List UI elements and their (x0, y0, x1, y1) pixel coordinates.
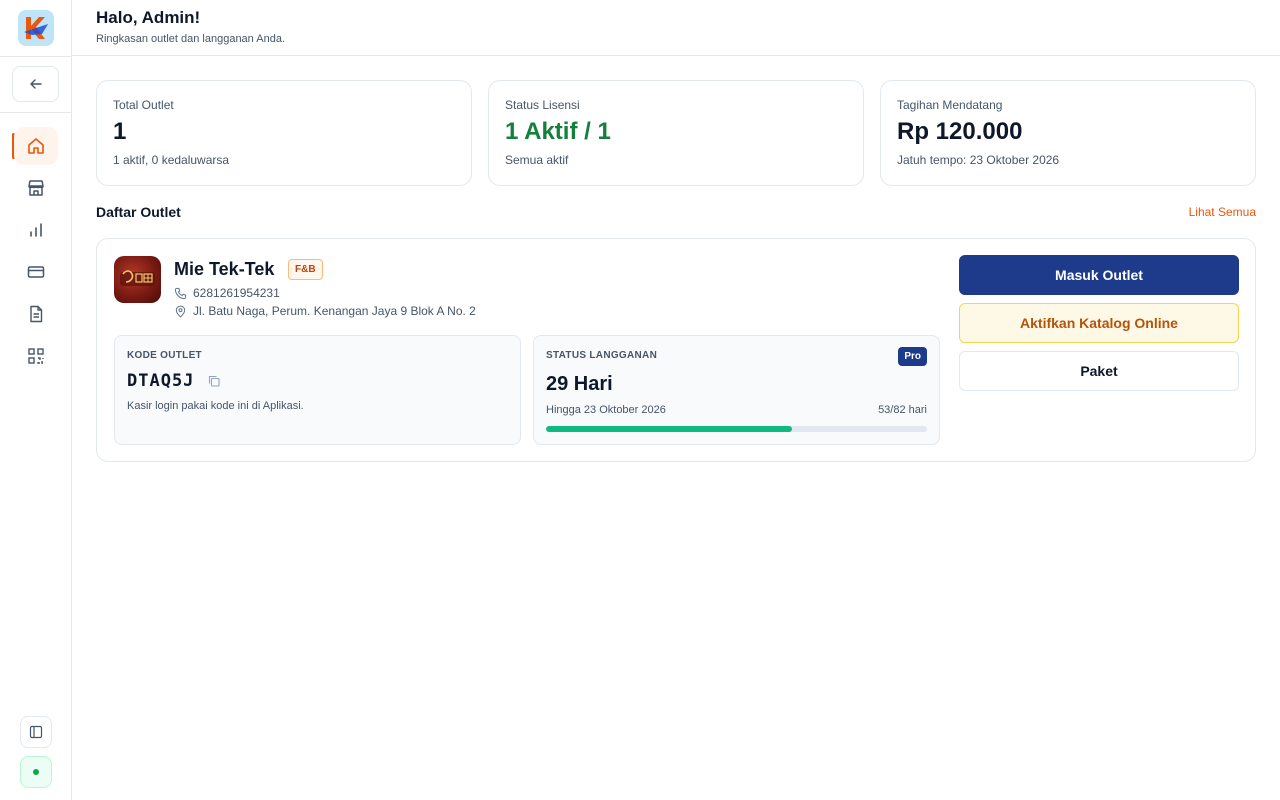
bar-chart-icon (30, 223, 42, 237)
sidebar-item-qr[interactable] (14, 337, 58, 375)
stat-card-upcoming-bill: Tagihan Mendatang Rp 120.000 Jatuh tempo… (880, 80, 1256, 186)
outlet-code-card: KODE OUTLET DTAQ5J Kasir login pakai kod… (114, 335, 521, 445)
category-badge: F&B (288, 259, 323, 280)
status-dot-icon (33, 769, 39, 775)
stat-value: 1 Aktif / 1 (505, 118, 611, 145)
document-icon (30, 305, 43, 323)
outlet-code-value: DTAQ5J (127, 371, 195, 391)
page-title: Halo, Admin! (96, 8, 201, 27)
plan-badge: Pro (898, 347, 927, 366)
back-button[interactable] (12, 66, 59, 102)
outlet-name: Mie Tek-Tek (174, 259, 275, 279)
phone-icon (174, 287, 187, 299)
activate-catalog-button[interactable]: Aktifkan Katalog Online (959, 303, 1239, 343)
stat-label: Total Outlet (113, 98, 174, 112)
outlet-code-label: KODE OUTLET (127, 350, 202, 361)
stat-label: Status Lisensi (505, 98, 580, 112)
stat-subtext: Jatuh tempo: 23 Oktober 2026 (897, 153, 1060, 167)
home-icon (28, 138, 44, 154)
sidebar-item-outlets[interactable] (14, 169, 58, 207)
page-subtitle: Ringkasan outlet dan langganan Anda. (96, 33, 285, 45)
stat-label: Tagihan Mendatang (897, 98, 1003, 112)
enter-outlet-button[interactable]: Masuk Outlet (959, 255, 1239, 295)
sidebar-item-home[interactable] (14, 127, 58, 165)
subscription-ratio: 53/82 hari (878, 404, 927, 416)
stat-value: Rp 120.000 (897, 118, 1023, 145)
subscription-progress-fill (546, 426, 793, 432)
copy-icon[interactable] (207, 374, 221, 388)
sidebar-panel-icon (29, 725, 43, 739)
stat-value: 1 (113, 118, 127, 145)
outlet-address: Jl. Batu Naga, Perum. Kenangan Jaya 9 Bl… (174, 304, 476, 318)
toggle-sidebar-button[interactable] (20, 716, 52, 748)
store-icon (28, 180, 44, 196)
outlet-phone: 6281261954231 (174, 286, 280, 300)
subscription-progress-bar (546, 426, 927, 432)
outlet-card: Mie Tek-Tek F&B 6281261954231 Jl. Batu N… (96, 238, 1256, 462)
subscription-until: Hingga 23 Oktober 2026 (546, 404, 666, 416)
phone-text: 6281261954231 (193, 286, 280, 300)
see-all-link[interactable]: Lihat Semua (1189, 205, 1256, 219)
app-logo[interactable] (18, 10, 54, 46)
stat-card-license-status: Status Lisensi 1 Aktif / 1 Semua aktif (488, 80, 864, 186)
stat-subtext: 1 aktif, 0 kedaluwarsa (113, 153, 230, 167)
sidebar-item-reports[interactable] (14, 211, 58, 249)
sidebar-divider (0, 112, 71, 113)
sidebar-item-billing[interactable] (14, 253, 58, 291)
page-header: Halo, Admin! Ringkasan outlet dan langga… (72, 0, 1280, 56)
sidebar-divider (0, 56, 71, 57)
subscription-status-card: STATUS LANGGANAN Pro 29 Hari Hingga 23 O… (533, 335, 940, 445)
section-title: Daftar Outlet (96, 204, 181, 220)
stat-card-total-outlet: Total Outlet 1 1 aktif, 0 kedaluwarsa (96, 80, 472, 186)
days-remaining: 29 Hari (546, 373, 613, 395)
address-text: Jl. Batu Naga, Perum. Kenangan Jaya 9 Bl… (193, 304, 476, 318)
qr-code-icon (28, 348, 44, 364)
credit-card-icon (27, 266, 45, 278)
arrow-left-icon (29, 79, 42, 89)
subscription-label: STATUS LANGGANAN (546, 350, 658, 361)
sidebar (0, 0, 72, 800)
sidebar-item-documents[interactable] (14, 295, 58, 333)
outlet-code-note: Kasir login pakai kode ini di Aplikasi. (127, 400, 304, 412)
outlet-avatar (114, 256, 161, 303)
map-pin-icon (175, 305, 186, 318)
stat-subtext: Semua aktif (505, 153, 569, 167)
package-button[interactable]: Paket (959, 351, 1239, 391)
online-status-button[interactable] (20, 756, 52, 788)
